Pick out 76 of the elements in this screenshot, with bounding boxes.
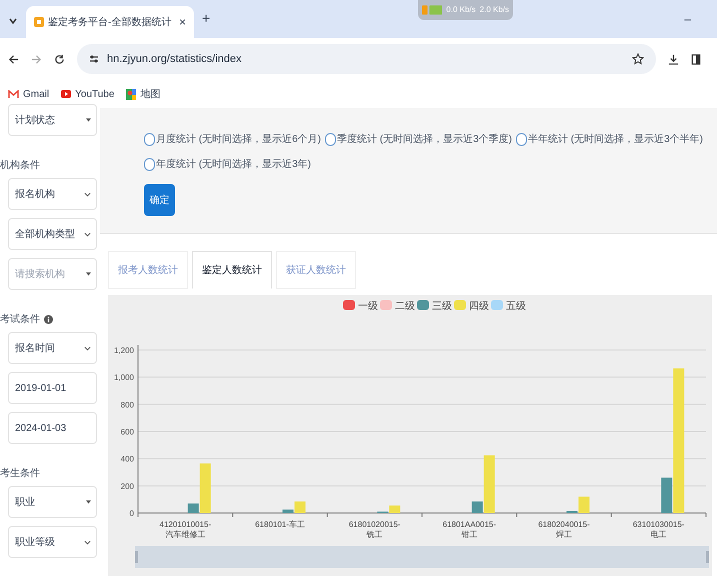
section-label: 考生条件: [0, 466, 40, 480]
confirm-button[interactable]: 确定: [144, 184, 175, 216]
chevron-down-icon: [84, 540, 91, 544]
bookmark-link[interactable]: Gmail: [23, 86, 50, 102]
y-tick-label: 600: [120, 428, 134, 436]
legend-item[interactable]: 二级: [380, 300, 415, 312]
y-tick-label: 1,000: [114, 373, 134, 382]
dropdown[interactable]: 报名机构: [8, 178, 97, 210]
bookmark-link[interactable]: YouTube: [75, 86, 114, 102]
legend-item[interactable]: 五级: [491, 300, 526, 312]
y-tick-label: 800: [120, 400, 134, 410]
speed-reading: 2.0 Kb/s: [480, 4, 509, 16]
legend-label: 二级: [395, 300, 415, 312]
minimize-button[interactable]: –: [684, 10, 691, 28]
new-tab-button[interactable]: +: [202, 8, 210, 29]
site-icon: [34, 17, 44, 27]
date-field[interactable]: 2019-01-01: [8, 372, 97, 404]
tab[interactable]: 鉴定人数统计: [192, 251, 272, 289]
section-label: 考试条件: [0, 312, 40, 326]
dropdown[interactable]: 职业: [8, 486, 97, 518]
dropdown-arrow-icon: [86, 500, 91, 504]
legend-label: 五级: [506, 300, 526, 312]
radio-label[interactable]: 半年统计 (无时间选择，显示近3个半年): [528, 132, 703, 147]
legend-item[interactable]: 三级: [417, 300, 452, 312]
tab-title: 鉴定考务平台-全部数据统计: [48, 16, 172, 30]
legend-item[interactable]: 一级: [343, 300, 378, 312]
y-tick-label: 200: [120, 482, 134, 491]
legend-label: 一级: [358, 300, 378, 312]
y-tick-label: 0: [130, 509, 134, 518]
radio-label[interactable]: 季度统计 (无时间选择，显示近3个季度): [337, 132, 512, 147]
y-tick-label: 400: [120, 454, 134, 464]
reload-icon[interactable]: [54, 54, 65, 64]
zoom-slider[interactable]: [135, 546, 709, 568]
radio-button[interactable]: [516, 133, 527, 146]
meter-icon: [422, 5, 442, 15]
category-label: 6180101-车工: [255, 520, 305, 529]
dropdown[interactable]: 计划状态: [8, 104, 97, 136]
mail-m-icon: [8, 90, 19, 98]
radio-label[interactable]: 年度统计 (无时间选择，显示近3年): [156, 157, 311, 172]
radio-label[interactable]: 月度统计 (无时间选择，显示近6个月): [156, 132, 321, 147]
dropdown-arrow-icon: [86, 272, 91, 276]
section-label: 机构条件: [0, 158, 40, 172]
dropdown[interactable]: 报名时间: [8, 332, 97, 364]
category-label: 61801AA0015-钳工: [442, 520, 496, 539]
category-label: 41201010015-汽车维修工: [160, 520, 212, 539]
back-icon[interactable]: [8, 54, 19, 64]
url-text: hn.zjyun.org/statistics/index: [107, 52, 242, 67]
radio-button[interactable]: [144, 158, 155, 171]
dropdown[interactable]: 职业等级: [8, 526, 97, 558]
chevron-down-icon: [84, 346, 91, 350]
category-label: 63101030015-电工: [632, 520, 684, 539]
category-label: 61801020015-铣工: [348, 520, 400, 539]
legend-label: 四级: [469, 300, 489, 312]
radio-button[interactable]: [325, 133, 336, 146]
radio-button[interactable]: [144, 133, 155, 146]
legend-label: 三级: [432, 300, 452, 312]
address-bar[interactable]: hn.zjyun.org/statistics/index: [77, 44, 656, 74]
close-tab-button[interactable]: ×: [178, 13, 186, 31]
map-icon: [126, 88, 136, 100]
tab-list-icon[interactable]: [8, 16, 18, 26]
speed-reading: 0.0 Kb/s: [446, 4, 476, 16]
dropdown[interactable]: 全部机构类型: [8, 218, 97, 250]
site-settings-icon[interactable]: [89, 54, 99, 64]
date-field[interactable]: 2024-01-03: [8, 412, 97, 444]
legend-item[interactable]: 四级: [454, 300, 489, 312]
play-icon: [61, 90, 72, 98]
dropdown-arrow-icon: [86, 118, 91, 122]
bookmark-link[interactable]: 地图: [140, 86, 160, 102]
y-tick-label: 1,200: [114, 346, 134, 355]
side-panel-icon[interactable]: [691, 54, 701, 64]
browser-tab[interactable]: 鉴定考务平台-全部数据统计 ×: [26, 6, 194, 38]
download-icon[interactable]: [668, 54, 679, 64]
chevron-down-icon: [84, 192, 91, 196]
chevron-down-icon: [84, 232, 91, 236]
category-label: 61802040015-焊工: [538, 520, 590, 539]
star-icon[interactable]: [632, 53, 644, 65]
